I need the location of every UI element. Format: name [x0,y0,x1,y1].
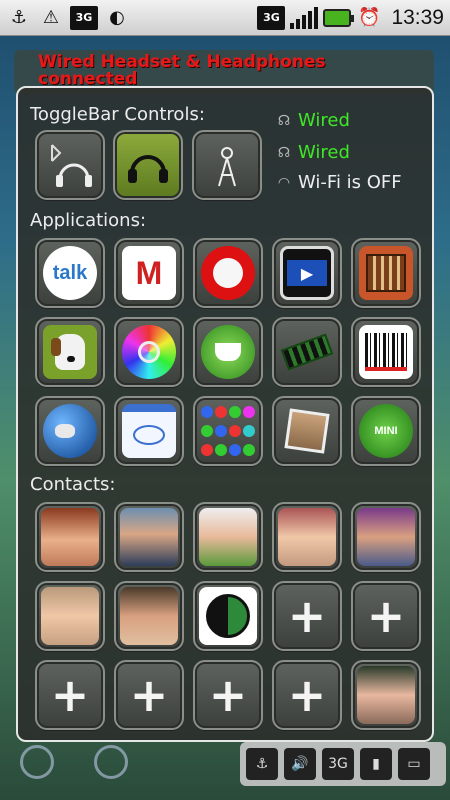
usb-icon: ⚓ [246,748,278,780]
record-icon [201,246,255,300]
dog-icon [43,325,97,379]
plus-icon: + [129,668,169,722]
contact-4[interactable] [272,502,342,572]
plus-icon: + [50,668,90,722]
app-bubbles-game[interactable] [193,396,263,466]
contact-photo [199,508,257,566]
contact-photo [120,587,178,645]
plus-icon: + [366,589,406,643]
photo-gallery-icon [280,404,334,458]
togglebar-panel: ToggleBar Controls: ☊ Wired ☊ Wired ◠ Wi… [16,86,434,742]
add-contact-button[interactable]: + [114,660,184,730]
plus-icon: + [287,589,327,643]
alarm-icon: ⏰ [358,7,381,28]
talk-icon: talk [43,246,97,300]
antenna-toggle[interactable] [192,130,262,200]
plus-icon: + [287,668,327,722]
app-memory-card[interactable] [272,317,342,387]
status-wired-1: ☊ Wired [277,110,350,131]
background-status-dock: ⚓ 🔊 3G ▮ ▭ [240,742,446,786]
app-globe[interactable] [35,396,105,466]
contacts-label: Contacts: [30,474,116,495]
togglebar-controls-label: ToggleBar Controls: [30,104,205,125]
headphones-icon: ☊ [277,144,291,161]
status-bar: ⚓ ⚠ 3G ◐ 3G ⏰ 13:39 [0,0,450,36]
mini-app-icon: MINI [359,404,413,458]
app-recorder[interactable] [193,238,263,308]
add-contact-button[interactable]: + [272,581,342,651]
app-barcode-scanner[interactable] [351,317,421,387]
applications-label: Applications: [30,210,147,231]
contact-7[interactable] [114,581,184,651]
color-picker-icon [122,325,176,379]
contact-photo [41,587,99,645]
3g-data-icon: 3G [322,748,354,780]
contact-photo [120,508,178,566]
status-wired-2: ☊ Wired [277,142,350,163]
signal-icon: ▮ [360,748,392,780]
video-player-icon: ▶ [280,246,334,300]
app-calendar[interactable] [114,396,184,466]
bluetooth-headphones-icon [43,138,97,192]
bluetooth-headset-toggle[interactable] [35,130,105,200]
contact-6[interactable] [35,581,105,651]
battery-icon: ▭ [398,748,430,780]
globe-icon [43,404,97,458]
android-coffee-icon [201,325,255,379]
add-contact-button[interactable]: + [35,660,105,730]
warning-icon: ⚠ [42,7,60,28]
speaker-icon: ◐ [109,7,125,28]
speaker-icon: 🔊 [284,748,316,780]
bubbles-game-icon [201,404,255,458]
contact-logo [199,587,257,645]
memory-card-icon [280,325,334,379]
contact-photo [41,508,99,566]
usb-icon: ⚓ [10,7,28,28]
contact-1[interactable] [35,502,105,572]
gmail-icon: M [122,246,176,300]
phone-icon [20,745,54,779]
clock: 13:39 [391,5,444,29]
add-contact-button[interactable]: + [351,581,421,651]
contact-photo [357,508,415,566]
wifi-icon: ◠ [277,174,291,191]
app-mini[interactable]: MINI [351,396,421,466]
headphones-icon [121,138,175,192]
headset-icon: ☊ [277,112,291,129]
barcode-scanner-icon [359,325,413,379]
app-gmail[interactable]: M [114,238,184,308]
app-talk[interactable]: talk [35,238,105,308]
contact-3[interactable] [193,502,263,572]
headphones-toggle[interactable] [113,130,183,200]
contact-5[interactable] [351,502,421,572]
app-video-player[interactable]: ▶ [272,238,342,308]
app-photo-gallery[interactable] [272,396,342,466]
home-icon [94,745,128,779]
status-wifi: ◠ Wi-Fi is OFF [277,172,402,193]
background-dock-left [20,745,128,779]
battery-icon [323,8,355,27]
headset-notification: Wired Headset & Headphones connected [38,52,326,89]
add-contact-button[interactable]: + [193,660,263,730]
plus-icon: + [208,668,248,722]
3g-data-icon: 3G [257,5,286,30]
app-dog[interactable] [35,317,105,387]
library-icon [359,246,413,300]
app-color-picker[interactable] [114,317,184,387]
app-library[interactable] [351,238,421,308]
contact-2[interactable] [114,502,184,572]
antenna-icon [200,138,254,192]
3g-signal-icon: 3G [70,5,98,30]
signal-icon [290,6,319,29]
calendar-icon [122,404,176,458]
app-android-coffee[interactable] [193,317,263,387]
add-contact-button[interactable]: + [272,660,342,730]
contact-photo [357,666,415,724]
contact-9[interactable] [351,660,421,730]
contact-photo [278,508,336,566]
contact-8[interactable] [193,581,263,651]
